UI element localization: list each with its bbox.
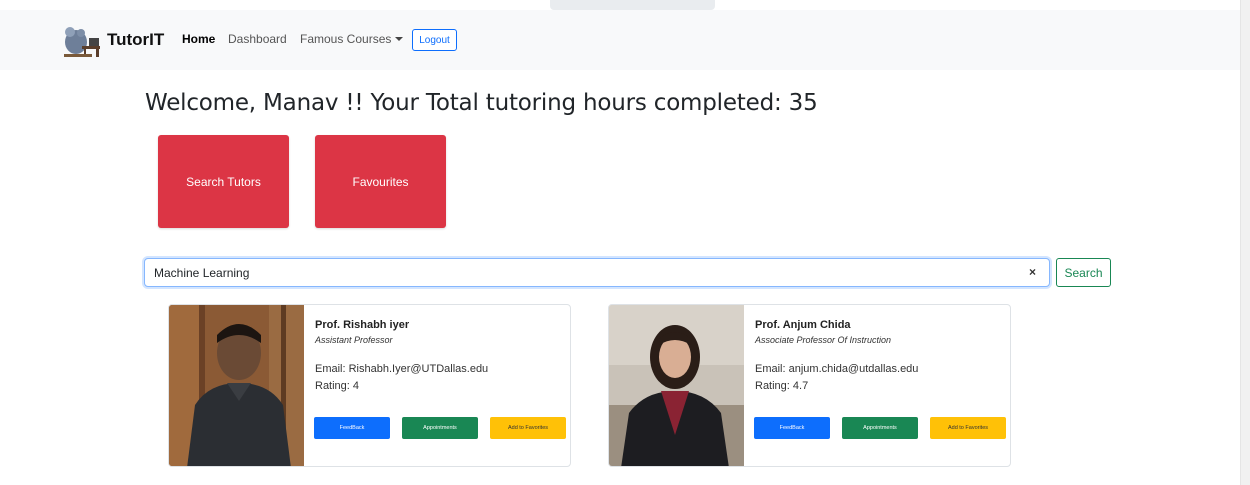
navbar: TutorIT Home Dashboard Famous Courses Lo…	[0, 10, 1240, 70]
tutor-photo	[609, 305, 744, 466]
tutor-title: Associate Professor Of Instruction	[755, 335, 892, 345]
add-to-favorites-button[interactable]: Add to Favorites	[930, 417, 1006, 439]
feedback-button[interactable]: FeedBack	[754, 417, 830, 439]
favourites-tile[interactable]: Favourites	[315, 135, 446, 228]
tutor-name: Prof. Anjum Chida	[755, 319, 851, 331]
clear-icon[interactable]: ×	[1029, 265, 1036, 279]
tutor-email: Email: anjum.chida@utdallas.edu	[755, 363, 919, 375]
search-tutors-tile[interactable]: Search Tutors	[158, 135, 289, 228]
search-button[interactable]: Search	[1056, 258, 1111, 287]
logout-button[interactable]: Logout	[412, 29, 457, 51]
tutor-name: Prof. Rishabh iyer	[315, 319, 410, 331]
nav-home[interactable]: Home	[182, 32, 215, 46]
welcome-heading: Welcome, Manav !! Your Total tutoring ho…	[145, 90, 818, 116]
top-strip	[550, 0, 715, 10]
tutor-title: Assistant Professor	[315, 335, 393, 345]
brand-name[interactable]: TutorIT	[107, 30, 164, 50]
search-input[interactable]	[145, 259, 1015, 286]
tutor-card: Prof. Anjum Chida Associate Professor Of…	[608, 304, 1011, 467]
nav-famous-courses-label: Famous Courses	[300, 32, 392, 46]
nav-famous-courses[interactable]: Famous Courses	[300, 32, 404, 46]
tutor-photo	[169, 305, 304, 466]
add-to-favorites-button[interactable]: Add to Favorites	[490, 417, 566, 439]
scrollbar[interactable]	[1240, 0, 1250, 485]
appointments-button[interactable]: Appointments	[842, 417, 918, 439]
tutor-card: Prof. Rishabh iyer Assistant Professor E…	[168, 304, 571, 467]
tutor-logo-icon[interactable]	[62, 24, 102, 58]
chevron-down-icon	[395, 37, 404, 41]
feedback-button[interactable]: FeedBack	[314, 417, 390, 439]
appointments-button[interactable]: Appointments	[402, 417, 478, 439]
search-field: ×	[144, 258, 1050, 287]
tutor-rating: Rating: 4	[315, 380, 360, 392]
tutor-email: Email: Rishabh.Iyer@UTDallas.edu	[315, 363, 489, 375]
tutor-rating: Rating: 4.7	[755, 380, 809, 392]
nav-dashboard[interactable]: Dashboard	[228, 32, 287, 46]
